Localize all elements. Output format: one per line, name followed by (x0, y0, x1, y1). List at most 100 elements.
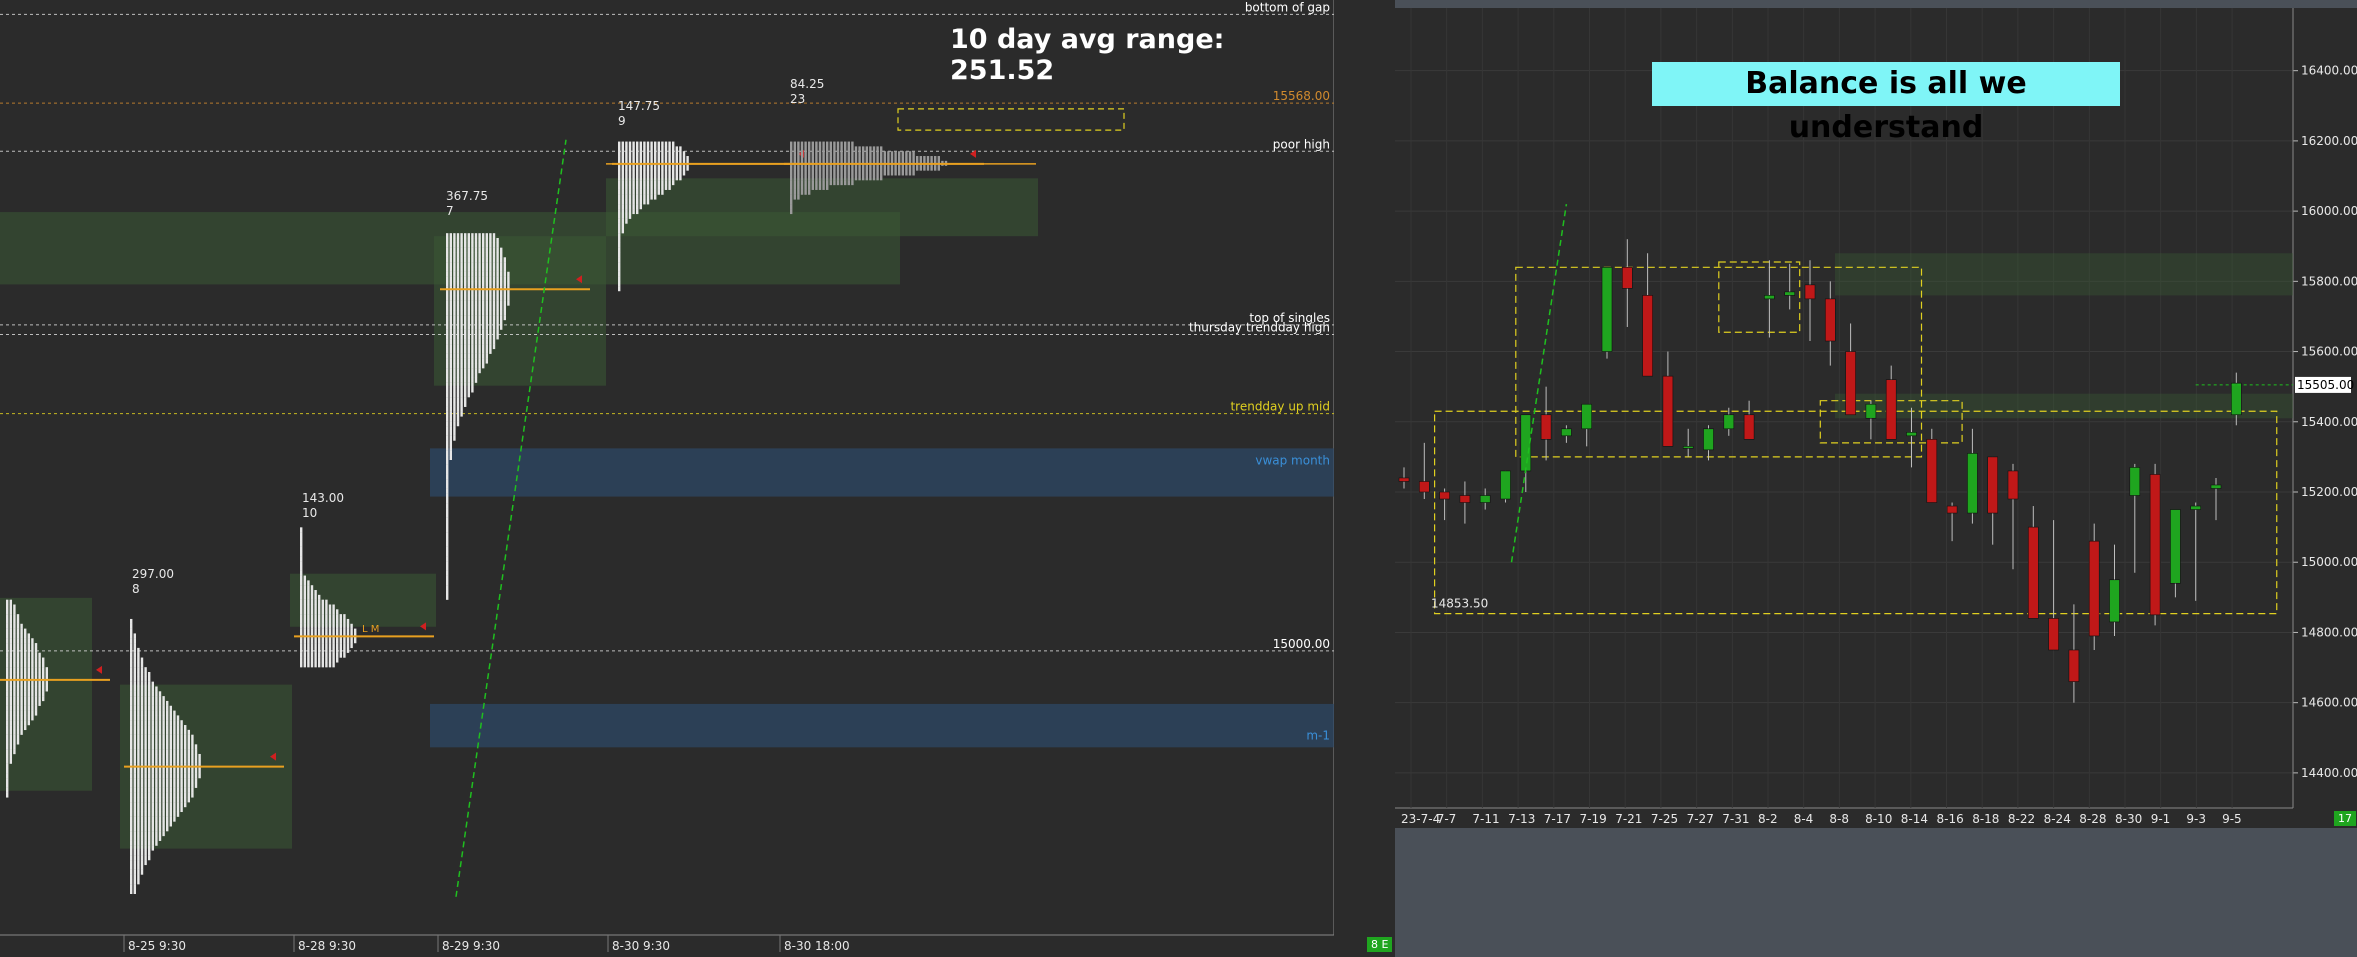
tpo-print (894, 165, 897, 171)
tpo-print (16, 720, 20, 726)
tpo-print (460, 291, 463, 297)
tpo-print (16, 710, 20, 716)
tpo-print (446, 411, 449, 417)
candle-body (1804, 284, 1816, 300)
tpo-print (460, 262, 463, 268)
tpo-print (343, 628, 346, 634)
tpo-print (187, 749, 190, 755)
tpo-print (492, 242, 496, 248)
tpo-print (191, 782, 194, 788)
session-range-label: 367.75 (446, 189, 488, 203)
tpo-print (173, 710, 176, 716)
left-chart-svg[interactable]: 15650.0015600.0015550.0015500.0015450.00… (0, 0, 1334, 957)
tpo-print (180, 782, 183, 788)
tpo-print (446, 334, 449, 340)
tpo-print (474, 257, 478, 263)
tpo-print (500, 281, 503, 287)
tpo-print (166, 729, 169, 735)
tpo-print (664, 175, 668, 181)
current-price-label: 15505.00 (2297, 378, 2354, 392)
tpo-print (446, 368, 449, 374)
tpo-print (303, 604, 306, 610)
tpo-print (621, 170, 624, 176)
tpo-print (621, 209, 624, 215)
tpo-print (503, 291, 506, 297)
tpo-print (20, 725, 23, 731)
tpo-print (492, 238, 496, 243)
tpo-print (325, 599, 328, 605)
tpo-print (646, 194, 650, 200)
tpo-print (908, 170, 912, 176)
tpo-print (650, 141, 653, 147)
tpo-print (489, 262, 492, 268)
tpo-print (148, 758, 151, 764)
tpo-print (496, 266, 499, 272)
tpo-print (808, 146, 811, 152)
tpo-print (449, 233, 452, 239)
tpo-print (474, 271, 478, 277)
tpo-print (6, 715, 9, 721)
tpo-print (325, 657, 328, 663)
tpo-print (20, 633, 23, 639)
level-label: 15568.00 (1273, 89, 1330, 103)
tpo-print (449, 262, 452, 268)
tpo-print (489, 238, 492, 243)
tpo-print (346, 647, 350, 653)
tpo-print (31, 691, 34, 697)
tpo-print (155, 758, 158, 764)
left-tpo-chart[interactable]: 15650.0015600.0015550.0015500.0015450.00… (0, 0, 1334, 957)
vwap-zone (430, 448, 1334, 497)
tpo-print (618, 228, 621, 234)
tpo-print (898, 170, 901, 176)
tpo-print (166, 821, 169, 827)
tpo-print (500, 310, 503, 316)
tpo-print (24, 725, 27, 731)
panel-gutter (1334, 0, 1395, 957)
tpo-print (449, 281, 452, 287)
tpo-print (464, 310, 467, 316)
tpo-print (20, 643, 23, 649)
tpo-print (328, 657, 332, 663)
tpo-print (191, 749, 194, 755)
tpo-print (148, 811, 151, 817)
tpo-print (155, 811, 158, 817)
tpo-print (901, 151, 904, 157)
tpo-print (811, 156, 814, 162)
tpo-print (176, 729, 180, 735)
tpo-print (148, 729, 151, 735)
tpo-print (800, 180, 804, 186)
candle-body (1845, 351, 1856, 416)
tpo-print (321, 628, 324, 634)
tpo-print (318, 628, 321, 634)
tpo-print (460, 363, 463, 369)
tpo-print (471, 344, 474, 350)
tpo-print (151, 710, 154, 716)
tpo-print (6, 753, 9, 759)
y-tick-label: 15200.00 (2301, 485, 2357, 499)
tpo-print (503, 305, 506, 311)
tpo-print (173, 720, 176, 726)
tpo-print (45, 681, 48, 687)
tpo-print (140, 845, 144, 851)
tpo-print (325, 614, 328, 620)
tpo-print (144, 705, 147, 711)
tpo-print (16, 739, 20, 745)
tpo-print (354, 628, 357, 634)
tpo-print (140, 840, 144, 846)
tpo-print (350, 623, 353, 629)
tpo-print (621, 151, 624, 157)
tpo-print (314, 647, 317, 653)
tpo-print (492, 324, 496, 330)
tpo-print (446, 430, 449, 436)
tpo-print (148, 807, 151, 813)
tpo-print (6, 604, 9, 610)
tpo-print (130, 835, 133, 841)
tpo-print (804, 151, 807, 157)
y-tick-label: 14400.00 (2301, 766, 2357, 780)
x-tick-label: 8-30 18:00 (784, 939, 850, 953)
tpo-print (492, 319, 496, 325)
tpo-print (847, 175, 850, 181)
tpo-print (130, 739, 133, 745)
tpo-print (9, 609, 12, 615)
tpo-print (148, 816, 151, 822)
